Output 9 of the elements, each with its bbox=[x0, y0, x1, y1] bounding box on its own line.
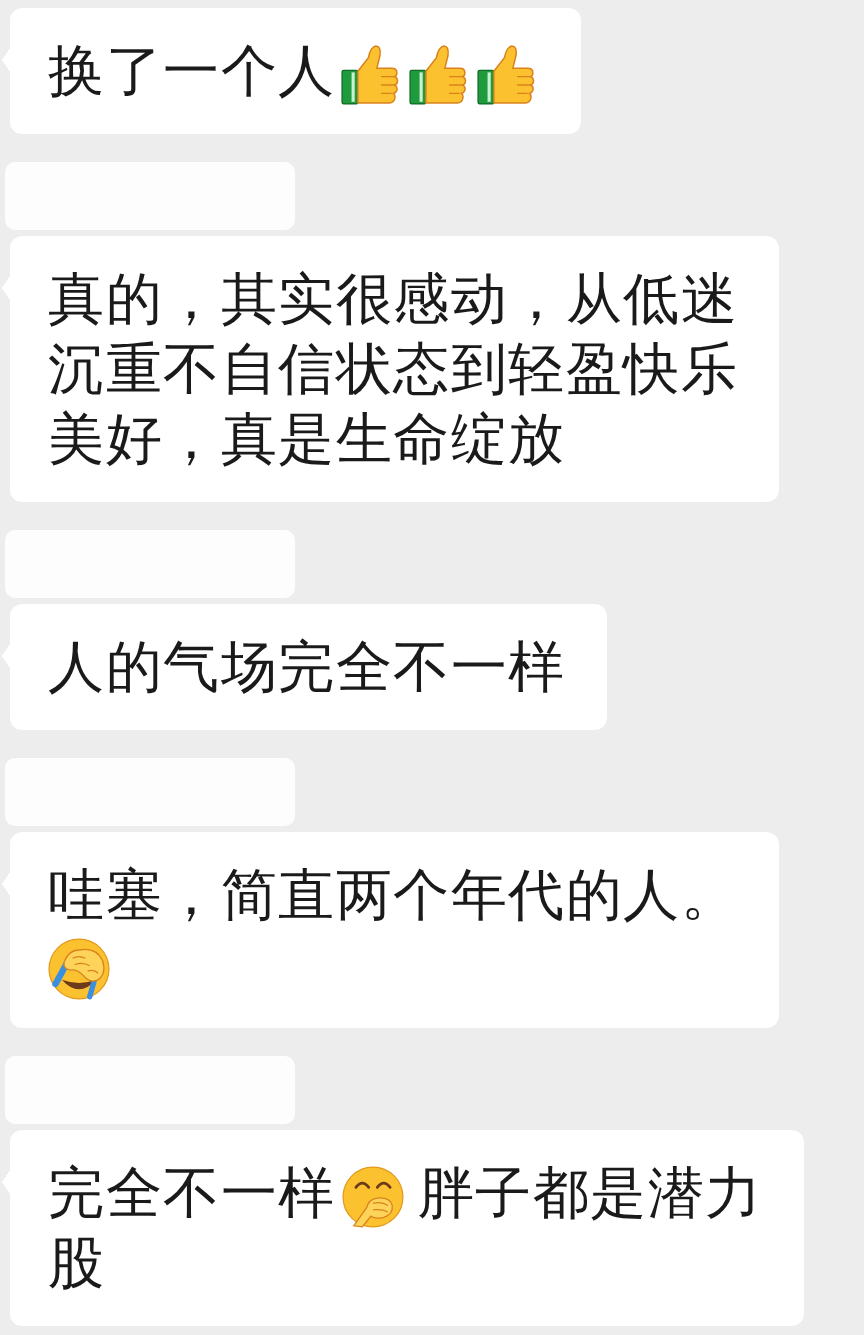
facepalm-face-icon bbox=[48, 937, 110, 1000]
message-text: 换了一个人 bbox=[48, 38, 540, 103]
thumbs-up-icon bbox=[476, 44, 535, 105]
message-text: 真的，其实很感动，从低迷沉重不自信状态到轻盈快乐美好，真是生命绽放 bbox=[48, 266, 738, 471]
hand-over-mouth-face-icon bbox=[341, 1165, 404, 1228]
thumbs-up-icon bbox=[408, 44, 467, 105]
message-text: 完全不一样 胖子都是潜力股 bbox=[48, 1160, 763, 1295]
thumbs-up-icon bbox=[340, 44, 399, 105]
message-text: 人的气场完全不一样 bbox=[48, 634, 566, 699]
